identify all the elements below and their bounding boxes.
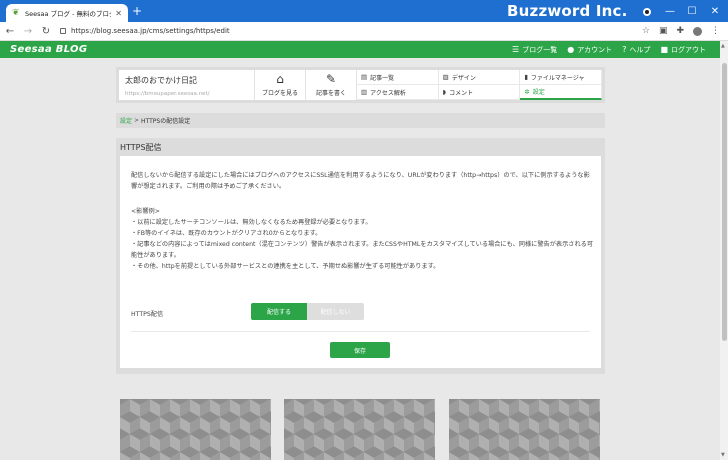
blog-url[interactable]: https://bmoupaper.seesaa.net/ — [125, 91, 248, 97]
nav-help-label: ヘルプ — [629, 45, 651, 54]
menu-label: 記事一覧 — [370, 74, 395, 82]
lock-icon — [60, 28, 66, 34]
window-close-icon[interactable]: ✕ — [704, 0, 726, 22]
lock-icon: ■ — [660, 45, 668, 54]
divider — [131, 331, 590, 332]
write-article-label: 記事を書く — [315, 90, 346, 97]
write-article-button[interactable]: ✎ 記事を書く — [306, 70, 357, 100]
menu-label: コメント — [449, 89, 474, 97]
puzzle-icon[interactable]: ✚ — [676, 26, 684, 36]
edit-icon: ✎ — [325, 72, 337, 86]
maximize-icon[interactable]: ☐ — [681, 0, 703, 22]
minimize-icon[interactable]: — — [659, 0, 681, 22]
ad-tile-3[interactable] — [449, 399, 600, 460]
ad-tile-1[interactable] — [120, 399, 271, 460]
note-line: ・その他、httpを前提としている外部サービスとの連携を主として、予期せぬ影響が… — [131, 263, 440, 270]
menu-grid: ▤ 記事一覧 ▨ デザイン ▮ ファイルマネージャ ▥ アクセス解析 ◗ コメント ✲ 設定 — [357, 70, 602, 100]
reload-icon[interactable]: ↻ — [38, 23, 54, 39]
nav-blog-list[interactable]: ☰ ブログ一覧 — [512, 45, 557, 55]
url-field[interactable]: https://blog.seesaa.jp/cms/settings/http… — [60, 24, 642, 38]
card-body: 配信しないから配信する設定にした場合にはブログへのアクセスにSSL通信を利用する… — [120, 156, 601, 368]
note-line: ・記事などの内容によってはmixed content（混在コンテンツ）警告が表示… — [131, 241, 594, 259]
view-blog-label: ブログを見る — [261, 90, 298, 97]
design-icon: ▨ — [442, 73, 449, 81]
article-icon: ▤ — [361, 73, 368, 81]
menu-comment[interactable]: ◗ コメント — [438, 85, 521, 100]
list-icon: ☰ — [512, 45, 520, 54]
seesaa-favicon-icon: ❦ — [12, 7, 20, 18]
nav-logout[interactable]: ■ ログアウト — [660, 45, 706, 55]
scroll-thumb[interactable] — [722, 63, 727, 341]
nav-account[interactable]: ● アカウント — [567, 45, 612, 55]
ad-tile-2[interactable] — [284, 399, 435, 460]
menu-article-list[interactable]: ▤ 記事一覧 — [357, 70, 439, 85]
blog-name[interactable]: 太郎のおでかけ日記 — [125, 75, 248, 86]
star-icon[interactable]: ☆ — [642, 26, 650, 36]
breadcrumb-settings-link[interactable]: 設定 — [120, 116, 132, 125]
scroll-up-icon[interactable]: ▲ — [721, 43, 725, 49]
more-icon[interactable]: ⋮ — [711, 26, 720, 36]
scrollbar[interactable]: ▲ ▼ — [720, 41, 728, 460]
help-icon: ? — [622, 45, 627, 54]
disable-https-button[interactable]: 配信しない — [307, 303, 364, 320]
gear-icon: ✲ — [524, 87, 530, 96]
comment-icon: ◗ — [442, 88, 447, 96]
menu-access-analysis[interactable]: ▥ アクセス解析 — [357, 85, 439, 100]
blog-info: 太郎のおでかけ日記 https://bmoupaper.seesaa.net/ — [119, 70, 255, 100]
note-line: ・以前に設定したサーチコンソールは、無効しなくなるため再登録が必要となります。 — [131, 219, 372, 226]
page-title: HTTPS配信 — [120, 143, 162, 152]
browser-tab[interactable]: ❦ Seesaa ブログ - 無料のブログ(blog) ✕ — [6, 4, 128, 22]
https-label: HTTPS配信 — [131, 311, 164, 318]
nav-help[interactable]: ? ヘルプ — [622, 45, 650, 55]
watermark: Buzzword Inc. — [507, 2, 628, 20]
browser-titlebar: ❦ Seesaa ブログ - 無料のブログ(blog) ✕ + Buzzword… — [0, 0, 728, 22]
seesaa-logo[interactable]: Seesaa BLOG — [10, 44, 87, 55]
nav-blog-list-label: ブログ一覧 — [522, 45, 558, 54]
tab-title: Seesaa ブログ - 無料のブログ(blog) — [25, 10, 111, 18]
description-text: 配信しないから配信する設定にした場合にはブログへのアクセスにSSL通信を利用する… — [131, 170, 593, 192]
nav-logout-label: ログアウト — [671, 45, 706, 54]
site-header: Seesaa BLOG ☰ ブログ一覧 ● アカウント ? ヘルプ ■ ログアウト — [0, 41, 720, 58]
chart-icon: ▥ — [361, 88, 368, 96]
extension-icon[interactable]: ▣ — [659, 26, 668, 36]
https-toggle: 配信する 配信しない — [251, 303, 364, 320]
https-settings-card: HTTPS配信 配信しないから配信する設定にした場合にはブログへのアクセスにSS… — [116, 138, 605, 374]
menu-design[interactable]: ▨ デザイン — [438, 70, 521, 85]
url-text: https://blog.seesaa.jp/cms/settings/http… — [71, 27, 230, 35]
nav-account-label: アカウント — [577, 45, 613, 54]
description-paragraph: 配信しないから配信する設定にした場合にはブログへのアクセスにSSL通信を利用する… — [131, 172, 590, 190]
menu-label: ファイルマネージャ — [530, 74, 585, 82]
file-icon: ▮ — [524, 73, 528, 81]
header-nav: ☰ ブログ一覧 ● アカウント ? ヘルプ ■ ログアウト — [512, 45, 706, 55]
view-blog-button[interactable]: ⌂ ブログを見る — [255, 70, 306, 100]
breadcrumb-current: HTTPSの配信設定 — [141, 118, 191, 125]
note-line: <影響例> — [131, 208, 160, 215]
menu-settings[interactable]: ✲ 設定 — [520, 85, 602, 100]
forward-icon[interactable]: → — [20, 23, 36, 39]
menu-file-manager[interactable]: ▮ ファイルマネージャ — [520, 70, 602, 85]
new-tab-icon[interactable]: + — [132, 5, 142, 17]
home-icon: ⌂ — [276, 72, 284, 86]
back-icon[interactable]: ← — [2, 23, 18, 39]
impact-notes: <影響例> ・以前に設定したサーチコンソールは、無効しなくなるため再登録が必要と… — [131, 206, 593, 272]
enable-https-button[interactable]: 配信する — [251, 303, 307, 320]
close-icon[interactable]: ✕ — [115, 9, 122, 18]
avatar[interactable] — [693, 26, 702, 36]
profile-icon[interactable] — [643, 8, 651, 16]
blog-panel: 太郎のおでかけ日記 https://bmoupaper.seesaa.net/ … — [116, 67, 605, 103]
menu-label: デザイン — [451, 74, 476, 82]
scroll-down-icon[interactable]: ▼ — [721, 452, 725, 458]
user-icon: ● — [567, 45, 575, 54]
breadcrumb: 設定 > HTTPSの配信設定 — [116, 113, 605, 128]
menu-label: アクセス解析 — [370, 89, 406, 97]
save-button[interactable]: 保存 — [330, 342, 390, 358]
menu-label: 設定 — [532, 89, 545, 96]
breadcrumb-separator: > — [134, 117, 140, 124]
address-bar: ← → ↻ https://blog.seesaa.jp/cms/setting… — [0, 22, 728, 41]
note-line: ・FB等のイイネは、既存のカウントがクリアされ0からとなります。 — [131, 230, 322, 237]
